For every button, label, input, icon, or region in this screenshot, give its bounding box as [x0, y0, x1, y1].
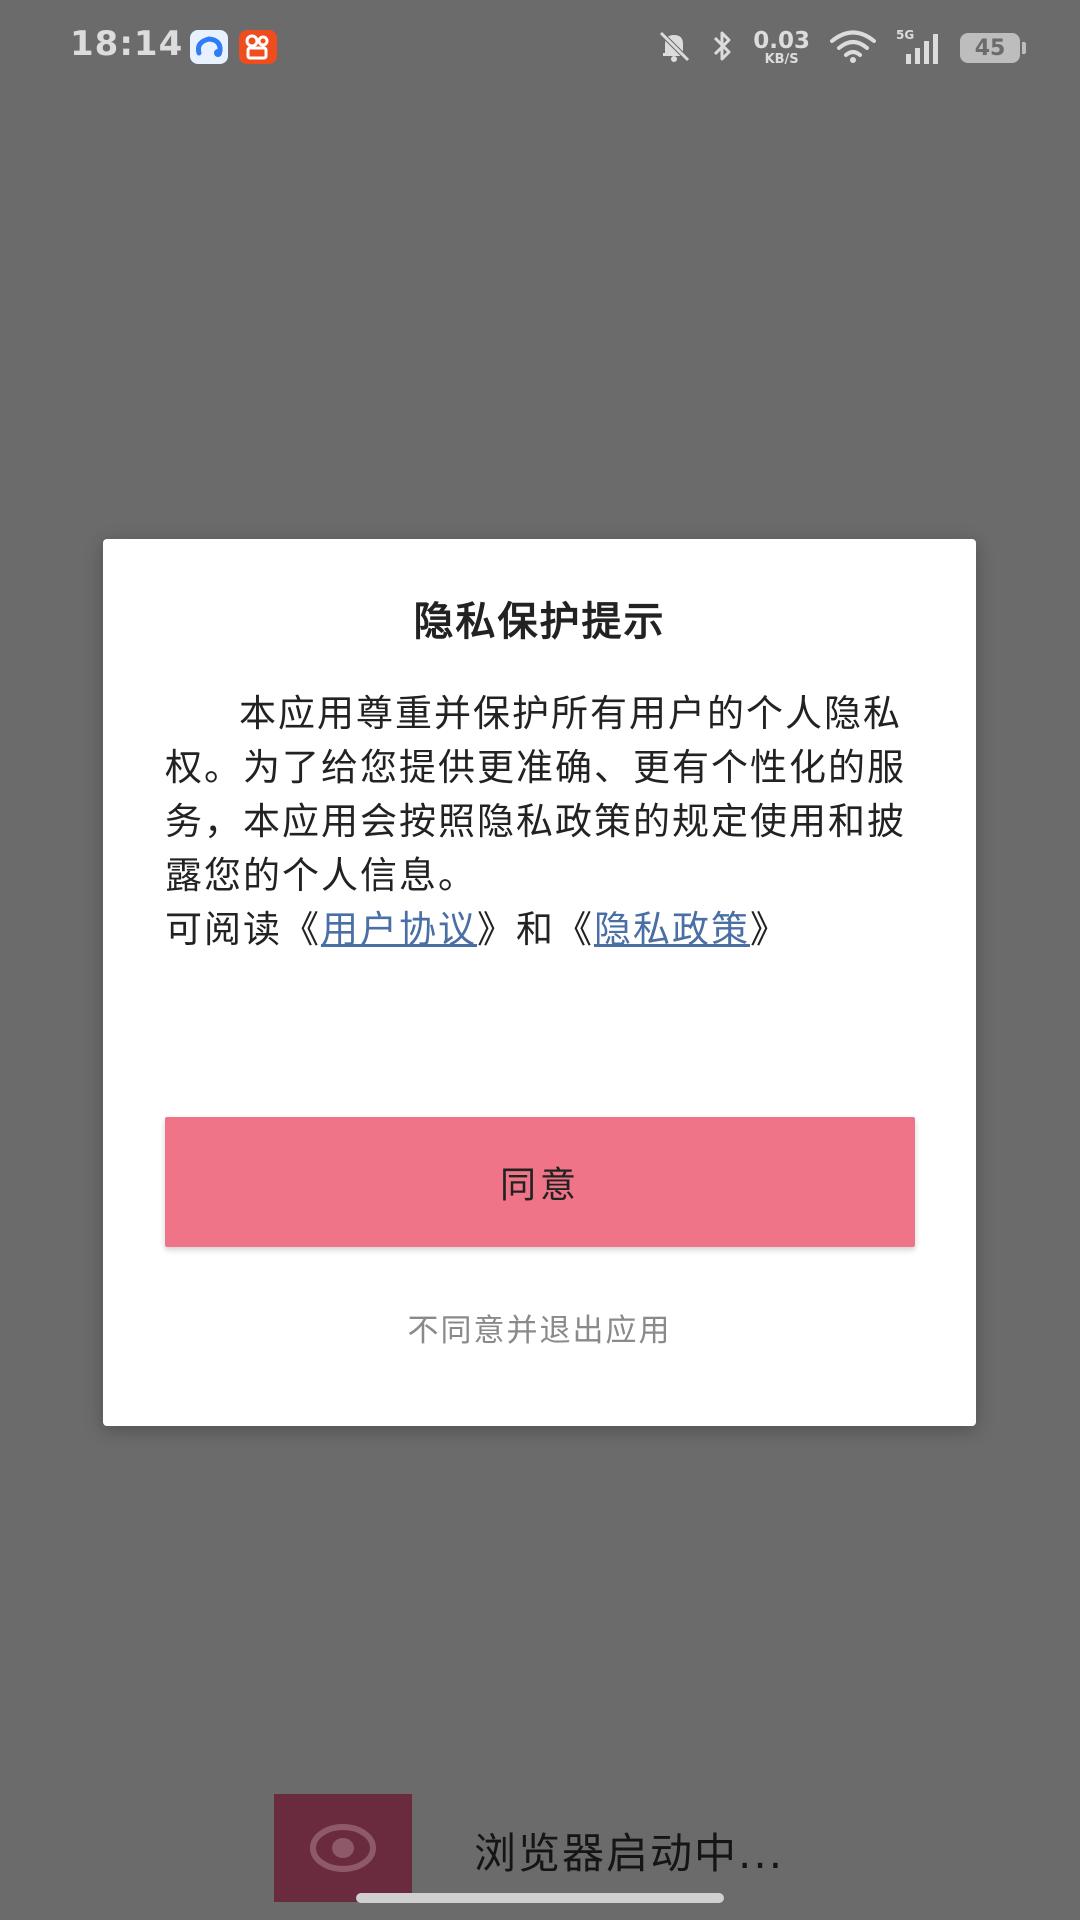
- home-indicator[interactable]: [356, 1893, 724, 1903]
- decline-and-exit-button[interactable]: 不同意并退出应用: [103, 1305, 976, 1350]
- cloud-app-icon: [190, 30, 228, 64]
- bluetooth-icon: [711, 28, 735, 68]
- privacy-dialog: 隐私保护提示 本应用尊重并保护所有用户的个人隐私权。为了给您提供更准确、更有个性…: [103, 539, 976, 1426]
- kuaishou-app-icon: [239, 30, 277, 64]
- battery-level: 45: [974, 35, 1006, 61]
- read-suffix: 》: [750, 908, 789, 951]
- signal-icon: 5G: [896, 28, 942, 66]
- browser-loading-text: 浏览器启动中...: [474, 1829, 785, 1878]
- privacy-policy-link[interactable]: 隐私政策: [594, 908, 750, 951]
- agree-button[interactable]: 同意: [165, 1117, 915, 1247]
- battery-icon: 45: [960, 33, 1026, 63]
- read-prefix: 可阅读《: [165, 908, 321, 951]
- dialog-body: 本应用尊重并保护所有用户的个人隐私权。为了给您提供更准确、更有个性化的服务，本应…: [165, 687, 925, 957]
- dialog-title: 隐私保护提示: [413, 599, 666, 645]
- status-icons: 0.03 KB/S 5G 45: [655, 26, 1026, 70]
- net-speed-value: 0.03: [753, 28, 810, 54]
- status-bar: 18:14 0.03 KB/S 5G 45: [0, 0, 1080, 96]
- net-speed-unit: KB/S: [764, 52, 799, 67]
- privacy-statement: 本应用尊重并保护所有用户的个人隐私权。为了给您提供更准确、更有个性化的服务，本应…: [165, 692, 906, 897]
- status-time: 18:14: [70, 24, 184, 64]
- bell-muted-icon: [655, 28, 693, 68]
- net-speed: 0.03 KB/S: [753, 28, 810, 67]
- browser-eye-icon: [274, 1794, 412, 1902]
- user-agreement-link[interactable]: 用户协议: [321, 908, 477, 951]
- middle-text: 》和《: [477, 908, 594, 951]
- agreement-links-line: 可阅读《用户协议》和《隐私政策》: [165, 903, 925, 957]
- wifi-icon: [828, 28, 878, 68]
